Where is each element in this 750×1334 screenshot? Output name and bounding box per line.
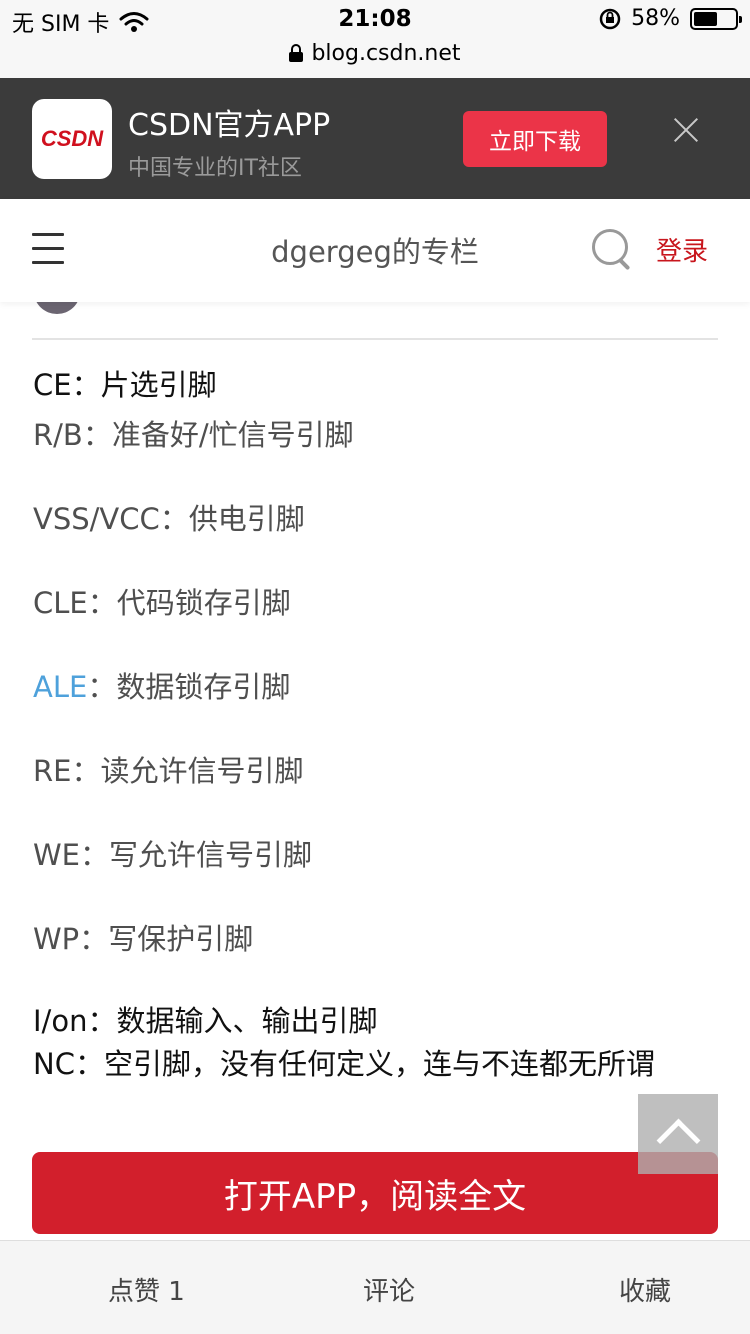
status-indicators: 58% — [599, 6, 742, 31]
battery-icon — [690, 7, 742, 30]
pin-desc: 读允许信号引脚 — [100, 754, 304, 788]
article-line: RE：读允许信号引脚 — [33, 748, 304, 790]
separator: ： — [80, 838, 110, 872]
lock-icon — [289, 44, 304, 62]
back-to-top-button[interactable] — [638, 1094, 718, 1174]
status-bar: 无 SIM 卡 21:08 58% — [0, 0, 750, 40]
pin-desc: 代码锁存引脚 — [116, 586, 291, 620]
divider — [32, 338, 718, 340]
pin-term: WE — [33, 838, 80, 872]
favorite-button[interactable]: 收藏 — [619, 1271, 671, 1308]
pin-term: RE — [33, 754, 72, 788]
pin-term: VSS/VCC — [33, 502, 160, 536]
like-button[interactable]: 点赞 1 — [108, 1271, 185, 1308]
article-line: CE：片选引脚 — [33, 362, 217, 404]
comment-button[interactable]: 评论 — [363, 1271, 415, 1308]
download-button[interactable]: 立即下载 — [463, 111, 607, 167]
separator: ： — [87, 1004, 117, 1038]
pin-desc: 准备好/忙信号引脚 — [111, 418, 354, 452]
url-bar[interactable]: blog.csdn.net — [0, 40, 750, 78]
pin-desc: 片选引脚 — [100, 368, 217, 402]
article-line: ALE：数据锁存引脚 — [33, 664, 290, 706]
article-line: CLE：代码锁存引脚 — [33, 580, 291, 622]
battery-percent: 58% — [631, 6, 680, 31]
page-title: dgergeg的专栏 — [271, 235, 479, 269]
banner-subtitle: 中国专业的IT社区 — [128, 156, 302, 181]
pin-desc: 写保护引脚 — [108, 922, 254, 956]
separator: ： — [87, 670, 117, 704]
battery-fill — [694, 11, 718, 26]
open-app-button[interactable]: 打开APP，阅读全文 — [32, 1152, 718, 1234]
pin-desc: 数据输入、输出引脚 — [116, 1004, 378, 1038]
article-paragraph: NC：空引脚，没有任何定义，连与不连都无所谓 — [33, 1047, 655, 1081]
url-text: blog.csdn.net — [311, 41, 461, 66]
separator: ： — [82, 418, 112, 452]
pin-term: CE — [33, 368, 72, 402]
article-line: I/on：数据输入、输出引脚 — [33, 998, 377, 1040]
csdn-logo-text: CSDN — [40, 126, 104, 151]
bottom-action-bar: 点赞 1 评论 收藏 — [0, 1240, 750, 1334]
separator: ： — [87, 586, 117, 620]
login-link[interactable]: 登录 — [656, 231, 708, 268]
article-line: R/B：准备好/忙信号引脚 — [33, 412, 354, 454]
article-line: VSS/VCC：供电引脚 — [33, 496, 305, 538]
separator: ： — [159, 502, 189, 536]
article-line: WP：写保护引脚 — [33, 916, 253, 958]
pin-term: I/on — [33, 1004, 88, 1038]
separator: ： — [71, 754, 101, 788]
pin-desc: 写允许信号引脚 — [109, 838, 313, 872]
csdn-logo: CSDN — [32, 99, 112, 179]
ale-link[interactable]: ALE — [33, 670, 87, 704]
app-download-banner: CSDN CSDN官方APP 中国专业的IT社区 立即下载 — [0, 78, 750, 199]
pin-term: WP — [33, 922, 80, 956]
article-line: WE：写允许信号引脚 — [33, 832, 312, 874]
separator: ： — [79, 922, 109, 956]
pin-desc: 数据锁存引脚 — [116, 670, 291, 704]
pin-desc: 供电引脚 — [188, 502, 305, 536]
site-header: dgergeg的专栏 登录 — [0, 199, 750, 302]
close-icon[interactable] — [668, 112, 704, 148]
banner-title: CSDN官方APP — [128, 108, 331, 143]
pin-term: CLE — [33, 586, 88, 620]
orientation-lock-icon — [599, 8, 621, 29]
separator: ： — [71, 368, 101, 402]
search-icon[interactable] — [592, 229, 634, 271]
pin-term: R/B — [33, 418, 83, 452]
